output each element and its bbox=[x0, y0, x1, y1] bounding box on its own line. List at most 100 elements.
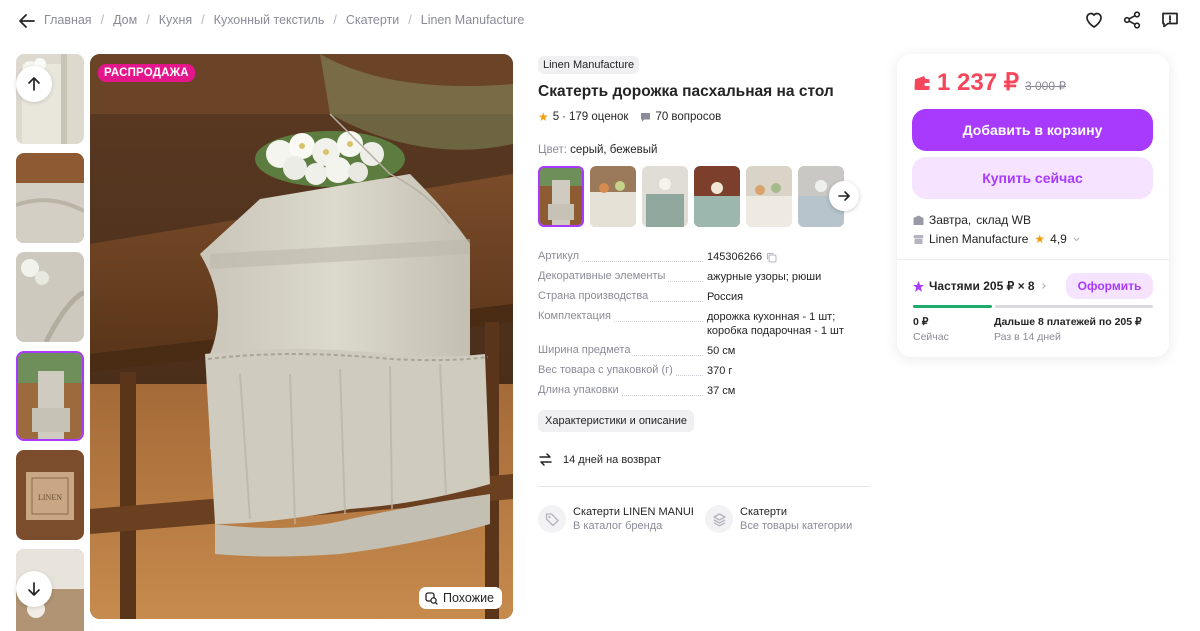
return-arrows-icon bbox=[539, 453, 552, 466]
brand-catalog-subtitle: В каталог бренда bbox=[573, 520, 663, 532]
spec-row: Комплектация дорожка кухонная - 1 шт; ко… bbox=[538, 310, 870, 338]
copy-icon[interactable] bbox=[766, 252, 777, 263]
pay-now: 0 ₽ Сейчас bbox=[913, 315, 949, 345]
questions-count: 70 вопросов bbox=[655, 111, 722, 123]
delivery-info: Завтра, склад WB bbox=[913, 213, 1031, 227]
spec-row: Артикул 145306266 bbox=[538, 250, 870, 264]
seller-name: Linen Manufacture bbox=[929, 232, 1029, 246]
installment-progress-remaining bbox=[995, 305, 1153, 308]
color-variant[interactable] bbox=[694, 166, 740, 227]
reviews-count[interactable]: 179 оценок bbox=[569, 111, 628, 123]
spec-value: Россия bbox=[707, 291, 744, 303]
main-product-image[interactable] bbox=[90, 54, 513, 619]
wallet-icon bbox=[914, 75, 930, 90]
color-label: Цвет: bbox=[538, 144, 567, 156]
share-icon[interactable] bbox=[1122, 10, 1142, 30]
warehouse-icon bbox=[913, 215, 924, 225]
pay-later-amount: Дальше 8 платежей по 205 ₽ bbox=[994, 316, 1142, 328]
brand-chip[interactable]: Linen Manufacture bbox=[538, 56, 640, 74]
pay-later-label: Раз в 14 дней bbox=[994, 331, 1061, 343]
installment-text: Частями 205 ₽ × 8 bbox=[929, 279, 1035, 293]
report-icon[interactable] bbox=[1160, 10, 1180, 30]
installment-button[interactable]: Оформить bbox=[1066, 273, 1153, 299]
color-variant[interactable] bbox=[590, 166, 636, 227]
card-divider bbox=[897, 259, 1169, 260]
color-line: Цвет: серый, бежевый bbox=[538, 144, 657, 156]
spec-key: Длина упаковки bbox=[538, 384, 621, 396]
thumbnails-up-button[interactable] bbox=[16, 66, 52, 102]
color-variant-selected[interactable] bbox=[538, 166, 584, 227]
spec-key: Страна производства bbox=[538, 290, 651, 302]
brand-catalog-title: Скатерти LINEN MANUFACTURE bbox=[573, 506, 693, 518]
questions-link[interactable]: 70 вопросов bbox=[640, 111, 721, 123]
spec-row: Вес товара с упаковкой (г) 370 г bbox=[538, 364, 870, 378]
spec-key: Артикул bbox=[538, 250, 582, 262]
pay-now-amount: 0 ₽ bbox=[913, 316, 929, 328]
breadcrumb: Главная / Дом / Кухня / Кухонный текстиль / … bbox=[44, 13, 525, 27]
similar-label: Похожие bbox=[443, 591, 495, 605]
arrow-up-icon bbox=[28, 77, 40, 91]
installment-progress-done bbox=[913, 305, 992, 308]
seller-info[interactable]: Linen Manufacture ★ 4,9 bbox=[913, 232, 1081, 246]
breadcrumb-item[interactable]: Кухонный текстиль bbox=[214, 13, 325, 27]
add-to-cart-button[interactable]: Добавить в корзину bbox=[912, 109, 1153, 151]
rating-row: ★ 5 · 179 оценок 70 вопросов bbox=[538, 110, 722, 124]
buy-now-button[interactable]: Купить сейчас bbox=[912, 157, 1153, 199]
price-row: 1 237 ₽ 3 000 ₽ bbox=[913, 68, 1066, 97]
chevron-right-icon bbox=[1041, 283, 1046, 289]
characteristics-button[interactable]: Характеристики и описание bbox=[538, 410, 694, 432]
color-variant[interactable] bbox=[746, 166, 792, 227]
breadcrumb-item[interactable]: Linen Manufacture bbox=[421, 13, 525, 27]
spec-row: Страна производства Россия bbox=[538, 290, 870, 304]
sale-badge: РАСПРОДАЖА bbox=[98, 64, 195, 82]
color-variants bbox=[538, 166, 844, 227]
divider bbox=[538, 486, 870, 487]
thumbnail[interactable] bbox=[16, 252, 84, 342]
spec-value: 37 см bbox=[707, 385, 736, 397]
top-bar: Главная / Дом / Кухня / Кухонный текстиль / … bbox=[0, 0, 1200, 40]
delivery-date: Завтра, bbox=[929, 213, 972, 227]
colors-next-button[interactable] bbox=[829, 181, 859, 211]
installment-info[interactable]: Частями 205 ₽ × 8 bbox=[913, 279, 1048, 293]
current-price: 1 237 ₽ bbox=[937, 69, 1019, 96]
color-variant[interactable] bbox=[642, 166, 688, 227]
category-link[interactable]: Скатерти Все товары категории bbox=[705, 505, 852, 533]
arrow-down-icon bbox=[28, 582, 40, 596]
shop-icon bbox=[913, 234, 924, 244]
buy-card: 1 237 ₽ 3 000 ₽ Добавить в корзину Купит… bbox=[897, 54, 1169, 357]
pay-later: Дальше 8 платежей по 205 ₽ Раз в 14 дней bbox=[994, 315, 1142, 345]
breadcrumb-item[interactable]: Кухня bbox=[159, 13, 192, 27]
spec-value: 145306266 bbox=[707, 251, 763, 263]
heart-icon[interactable] bbox=[1084, 10, 1104, 30]
breadcrumb-item[interactable]: Скатерти bbox=[346, 13, 399, 27]
returns-text: 14 дней на возврат bbox=[563, 453, 661, 466]
color-value: серый, бежевый bbox=[570, 144, 658, 156]
spec-value: 50 см bbox=[707, 345, 736, 357]
old-price: 3 000 ₽ bbox=[1025, 79, 1066, 93]
arrow-right-icon bbox=[838, 191, 850, 201]
returns-info[interactable]: 14 дней на возврат bbox=[538, 452, 661, 467]
chevron-down-icon bbox=[1073, 237, 1080, 241]
breadcrumb-item[interactable]: Главная bbox=[44, 13, 92, 27]
spec-key: Комплектация bbox=[538, 310, 613, 322]
similar-button[interactable]: Похожие bbox=[419, 587, 503, 609]
breadcrumb-item[interactable]: Дом bbox=[113, 13, 137, 27]
spec-value: ажурные узоры; рюши bbox=[707, 271, 822, 283]
thumbnail[interactable]: LINEN bbox=[16, 450, 84, 540]
spec-value: дорожка кухонная - 1 шт; коробка подароч… bbox=[707, 311, 844, 337]
thumbnail[interactable] bbox=[16, 153, 84, 243]
questions-icon bbox=[641, 112, 651, 121]
thumbnails-down-button[interactable] bbox=[16, 571, 52, 607]
back-arrow-icon[interactable] bbox=[17, 11, 37, 31]
installment-icon bbox=[913, 280, 924, 292]
thumbnail-selected[interactable] bbox=[16, 351, 84, 441]
brand-catalog-link[interactable]: Скатерти LINEN MANUFACTURE В каталог бре… bbox=[538, 505, 693, 533]
category-title: Скатерти bbox=[740, 506, 787, 518]
spec-key: Вес товара с упаковкой (г) bbox=[538, 364, 675, 376]
spec-row: Длина упаковки 37 см bbox=[538, 384, 870, 398]
seller-rating: 4,9 bbox=[1050, 232, 1067, 246]
tag-icon bbox=[538, 505, 566, 533]
rating-value[interactable]: 5 bbox=[553, 111, 559, 123]
product-title: Скатерть дорожка пасхальная на стол bbox=[538, 83, 834, 100]
spec-value: 370 г bbox=[707, 365, 733, 377]
